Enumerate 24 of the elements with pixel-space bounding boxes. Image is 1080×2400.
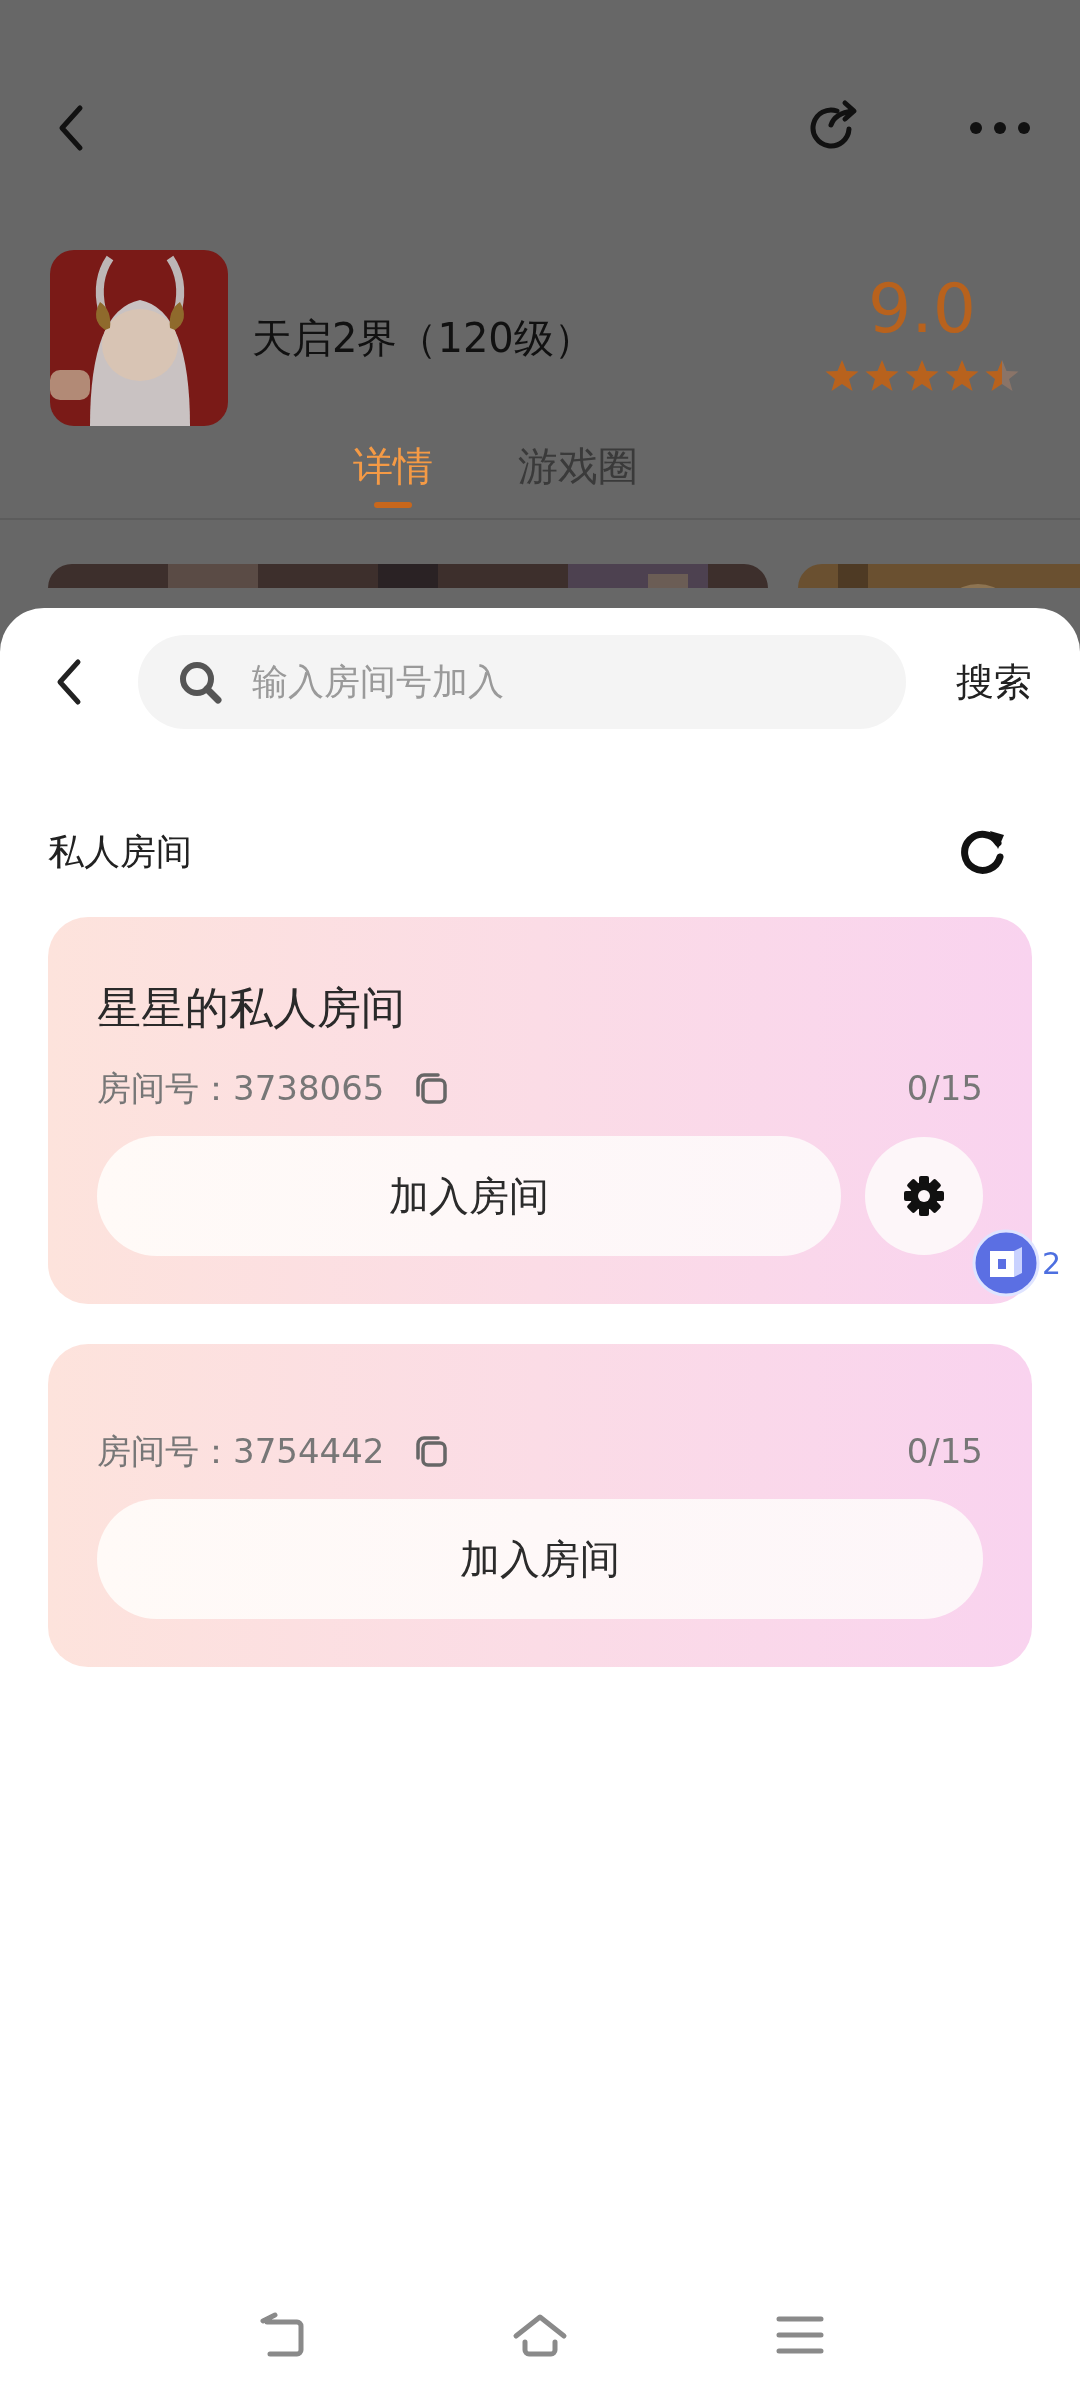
search-field[interactable]: 输入房间号加入 (250, 654, 770, 710)
floating-count: 2 (1042, 1244, 1062, 1283)
room-number: 房间号：3754442 (97, 1430, 385, 1473)
join-room-button[interactable]: 加入房间 (97, 1136, 841, 1256)
star-icon (864, 358, 900, 392)
occupancy-count: 0/15 (906, 1067, 983, 1110)
home-icon[interactable] (512, 2312, 568, 2358)
star-icon (984, 358, 1020, 392)
star-icon (904, 358, 940, 392)
game-title: 天启2界（120级） (252, 314, 594, 363)
more-icon[interactable] (970, 121, 1030, 134)
search-icon (178, 660, 222, 704)
search-button[interactable]: 搜索 (956, 653, 1032, 711)
rating-score: 9.0 (867, 274, 977, 343)
room-name: 星星的私人房间 (97, 981, 406, 1035)
star-icon (944, 358, 980, 392)
join-room-button[interactable]: 加入房间 (97, 1499, 983, 1619)
room-number: 房间号：3738065 (97, 1067, 385, 1110)
gear-icon (904, 1176, 944, 1216)
cube-icon[interactable] (972, 1229, 1040, 1297)
search-bar[interactable]: 输入房间号加入 (138, 635, 906, 729)
star-icon (824, 358, 860, 392)
section-title: 私人房间 (48, 830, 192, 874)
occupancy-count: 0/15 (906, 1430, 983, 1473)
